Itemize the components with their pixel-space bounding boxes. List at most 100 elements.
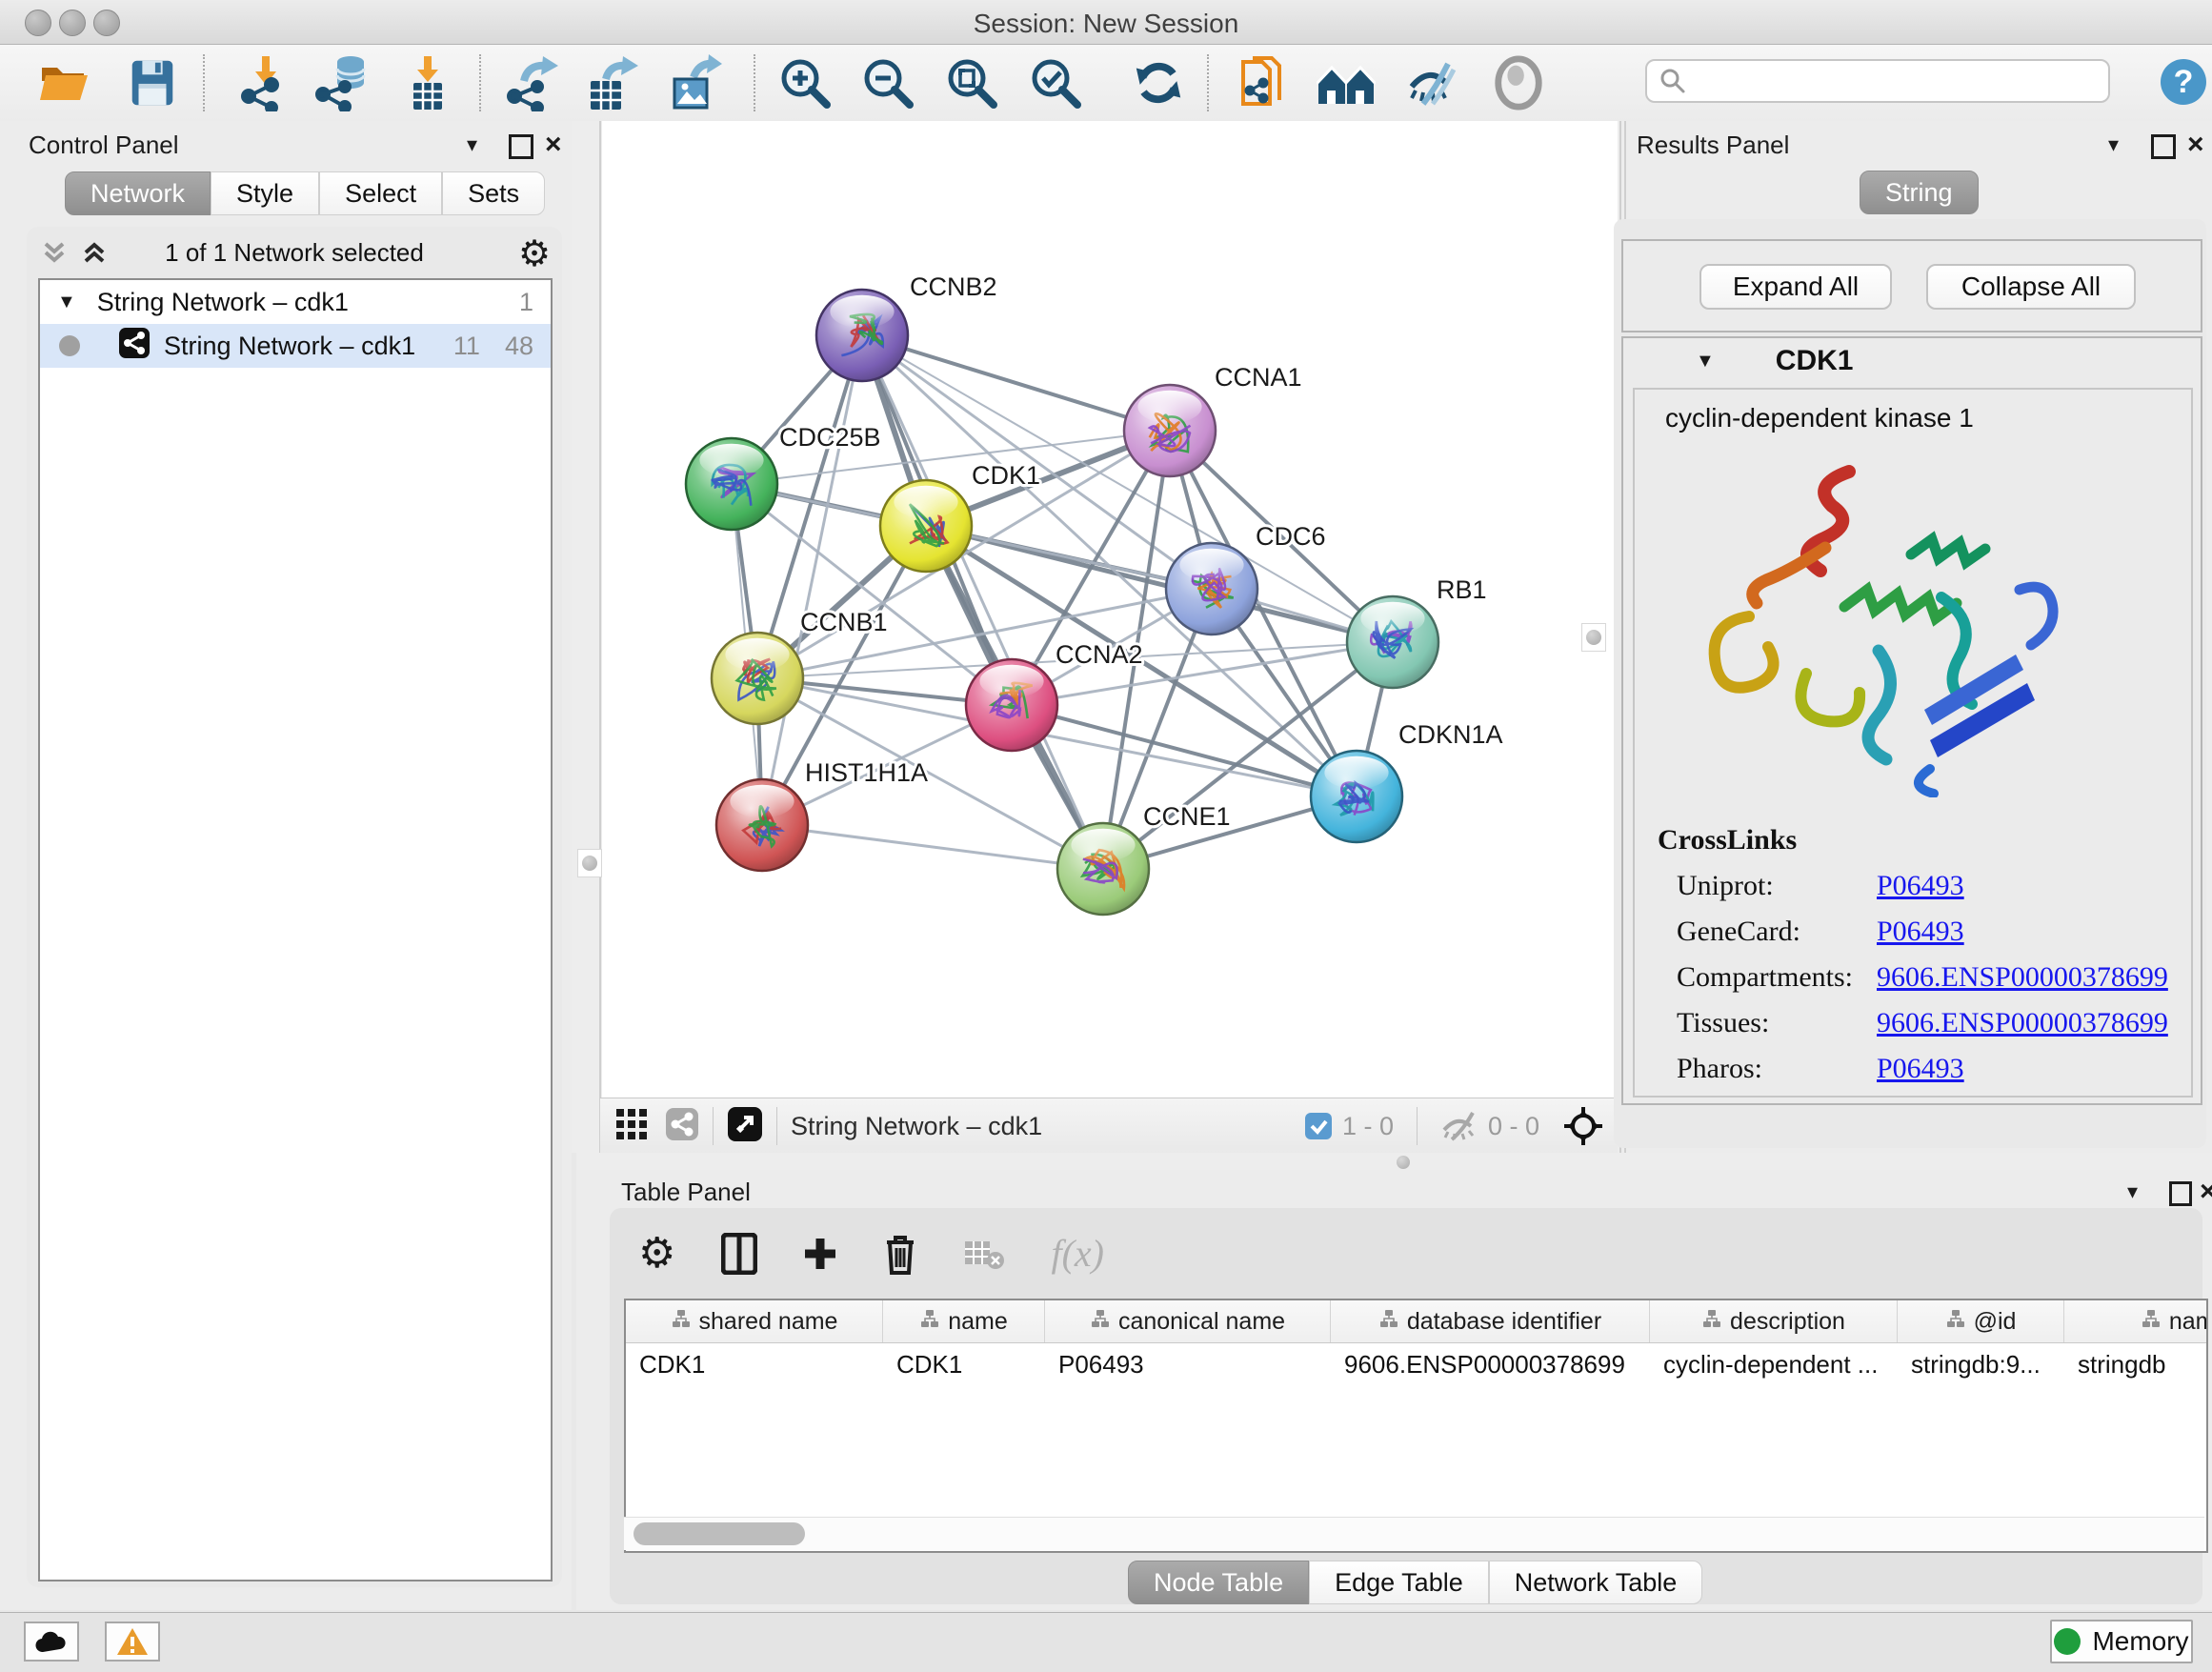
table-panel-menu-arrow-icon[interactable]: ▾ bbox=[2127, 1179, 2138, 1204]
node-label-HIST1H1A: HIST1H1A bbox=[805, 758, 928, 787]
hide-selected-button[interactable] bbox=[1402, 52, 1463, 113]
node-CCNA1[interactable]: CCNA1 bbox=[1124, 363, 1302, 476]
table-panel-close-icon[interactable]: × bbox=[2200, 1176, 2212, 1208]
cloud-status-button[interactable] bbox=[24, 1622, 79, 1662]
table-cell: CDK1 bbox=[626, 1343, 883, 1385]
zoom-selected-button[interactable] bbox=[1025, 52, 1086, 113]
control-panel-close-icon[interactable]: × bbox=[545, 129, 562, 161]
import-network-database-button[interactable] bbox=[311, 52, 372, 113]
node-RB1[interactable]: RB1 bbox=[1347, 575, 1487, 688]
zoom-out-button[interactable] bbox=[857, 52, 918, 113]
first-neighbors-button[interactable] bbox=[1316, 52, 1377, 113]
viewbar-separator bbox=[1417, 1107, 1418, 1145]
birds-eye-crosshair-icon[interactable] bbox=[1562, 1105, 1604, 1147]
open-session-button[interactable] bbox=[34, 52, 95, 113]
export-image-button[interactable] bbox=[663, 52, 724, 113]
crosslink-link[interactable]: 9606.ENSP00000378699 bbox=[1877, 961, 2168, 994]
window-title: Session: New Session bbox=[0, 9, 2212, 39]
zoom-fit-button[interactable] bbox=[941, 52, 1002, 113]
tab-style[interactable]: Style bbox=[211, 171, 319, 215]
grid-view-icon[interactable] bbox=[615, 1108, 648, 1145]
crosslink-link[interactable]: P06493 bbox=[1877, 1053, 1964, 1085]
network-graph[interactable]: CCNB2CCNA1CDC25BCDK1CDC6RB1CCNB1CCNA2CDK… bbox=[602, 121, 1618, 1098]
left-splitter[interactable] bbox=[572, 121, 602, 1153]
protein-expander-icon[interactable]: ▼ bbox=[1696, 351, 1715, 373]
help-button[interactable]: ? bbox=[2159, 57, 2208, 111]
column-header-name[interactable]: name bbox=[883, 1300, 1045, 1342]
tab-node-table[interactable]: Node Table bbox=[1128, 1561, 1309, 1604]
table-panel-float-icon[interactable] bbox=[2169, 1181, 2192, 1206]
column-header-sharedname[interactable]: shared name bbox=[626, 1300, 883, 1342]
memory-button[interactable]: Memory bbox=[2050, 1620, 2193, 1663]
node-CDKN1A[interactable]: CDKN1A bbox=[1311, 720, 1503, 842]
column-header-databaseidentifier[interactable]: database identifier bbox=[1331, 1300, 1650, 1342]
crosslink-link[interactable]: P06493 bbox=[1877, 870, 1964, 902]
save-session-button[interactable] bbox=[122, 52, 183, 113]
edge-CCNB2-CCNE1[interactable] bbox=[862, 335, 1103, 869]
search-input[interactable] bbox=[1687, 66, 2091, 97]
delete-column-icon[interactable] bbox=[883, 1233, 917, 1275]
scrollbar-thumb[interactable] bbox=[633, 1522, 805, 1545]
tab-network-table[interactable]: Network Table bbox=[1489, 1561, 1703, 1604]
network-options-gear-icon[interactable]: ⚙ bbox=[518, 232, 551, 275]
import-network-file-button[interactable] bbox=[234, 52, 295, 113]
column-header-canonicalname[interactable]: canonical name bbox=[1045, 1300, 1331, 1342]
tree-expander-icon[interactable]: ▼ bbox=[57, 292, 76, 313]
export-table-button[interactable] bbox=[579, 52, 640, 113]
edge-HIST1H1A-CCNE1[interactable] bbox=[762, 825, 1103, 869]
bottom-splitter[interactable] bbox=[576, 1153, 2212, 1170]
network-canvas[interactable]: CCNB2CCNA1CDC25BCDK1CDC6RB1CCNB1CCNA2CDK… bbox=[602, 121, 1618, 1098]
table-row[interactable]: CDK1CDK1P064939606.ENSP00000378699cyclin… bbox=[626, 1343, 2206, 1385]
results-panel-menu-arrow-icon[interactable]: ▾ bbox=[2108, 132, 2119, 157]
refresh-button[interactable] bbox=[1128, 52, 1189, 113]
selected-checkbox-icon[interactable] bbox=[1304, 1112, 1333, 1140]
column-header-description[interactable]: description bbox=[1650, 1300, 1898, 1342]
save-icon bbox=[125, 55, 180, 111]
table-horizontal-scrollbar[interactable] bbox=[624, 1517, 2204, 1550]
crosslink-link[interactable]: P06493 bbox=[1877, 916, 1964, 948]
show-all-button[interactable] bbox=[1488, 52, 1549, 113]
column-header-namespace[interactable]: namespace bbox=[2064, 1300, 2208, 1342]
node-CDC25B[interactable]: CDC25B bbox=[686, 423, 881, 530]
control-panel-float-icon[interactable] bbox=[509, 134, 533, 159]
node-HIST1H1A[interactable]: HIST1H1A bbox=[716, 758, 928, 871]
edge-CCNB2-HIST1H1A[interactable] bbox=[762, 335, 862, 825]
import-table-button[interactable] bbox=[396, 52, 457, 113]
export-network-button[interactable] bbox=[501, 52, 562, 113]
tab-select[interactable]: Select bbox=[319, 171, 442, 215]
control-panel-menu-arrow-icon[interactable]: ▾ bbox=[467, 132, 477, 157]
detach-view-icon[interactable] bbox=[727, 1106, 763, 1147]
network-row[interactable]: String Network – cdk1 11 48 bbox=[40, 324, 551, 368]
node-CCNE1[interactable]: CCNE1 bbox=[1057, 802, 1231, 915]
network-collection-row[interactable]: ▼ String Network – cdk1 1 bbox=[40, 280, 551, 324]
collapse-all-button[interactable]: Collapse All bbox=[1926, 264, 2136, 310]
node-CCNB2[interactable]: CCNB2 bbox=[816, 272, 997, 381]
tab-sets[interactable]: Sets bbox=[442, 171, 545, 215]
add-column-icon[interactable] bbox=[803, 1237, 837, 1271]
warnings-button[interactable] bbox=[105, 1622, 160, 1662]
tab-string[interactable]: String bbox=[1860, 171, 1979, 214]
node-CCNB1[interactable]: CCNB1 bbox=[712, 608, 888, 724]
column-type-icon bbox=[919, 1308, 940, 1336]
table-settings-gear-icon[interactable]: ⚙ bbox=[638, 1229, 675, 1278]
column-header-id[interactable]: @id bbox=[1898, 1300, 2064, 1342]
splitter-grip[interactable] bbox=[1581, 623, 1606, 652]
results-panel-float-icon[interactable] bbox=[2151, 134, 2176, 159]
show-columns-icon[interactable] bbox=[721, 1233, 757, 1275]
crosslink-link[interactable]: 9606.ENSP00000378699 bbox=[1877, 1007, 2168, 1039]
hidden-eye-icon[interactable] bbox=[1440, 1111, 1478, 1141]
column-label: namespace bbox=[2169, 1308, 2208, 1336]
node-CDK1[interactable]: CDK1 bbox=[880, 461, 1040, 572]
expand-all-button[interactable]: Expand All bbox=[1699, 264, 1892, 310]
new-network-from-selection-button[interactable] bbox=[1234, 52, 1295, 113]
splitter-grip[interactable] bbox=[1397, 1156, 1410, 1169]
tab-network[interactable]: Network bbox=[65, 171, 211, 215]
network-share-icon[interactable] bbox=[665, 1107, 699, 1146]
tab-edge-table[interactable]: Edge Table bbox=[1309, 1561, 1489, 1604]
edge-CCNB2-CCNA1[interactable] bbox=[862, 335, 1170, 431]
zoom-fit-icon bbox=[943, 54, 1000, 111]
zoom-in-button[interactable] bbox=[774, 52, 835, 113]
results-panel-close-icon[interactable]: × bbox=[2187, 129, 2204, 161]
node-label-CCNE1: CCNE1 bbox=[1143, 802, 1231, 831]
splitter-grip[interactable] bbox=[577, 849, 602, 877]
